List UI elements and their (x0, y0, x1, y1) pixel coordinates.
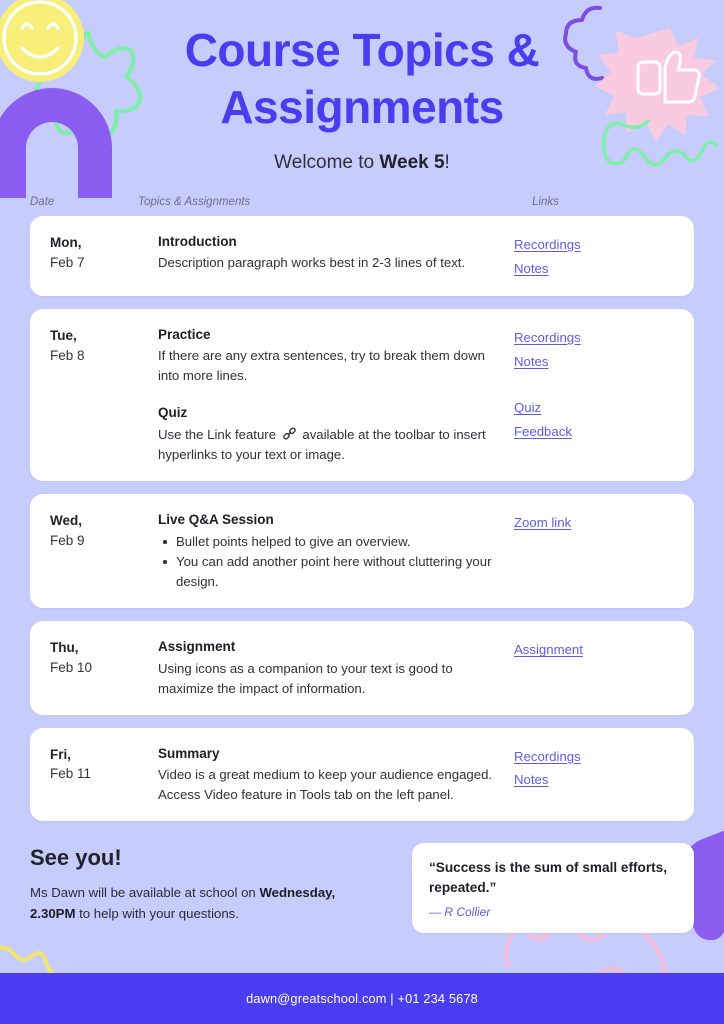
subtitle-prefix: Welcome to (274, 152, 380, 174)
see-you-text-part2: to help with your questions. (75, 906, 239, 922)
row-links-cell: Recordings Notes Quiz Feedback (514, 325, 676, 465)
page-header: Course Topics & Assignments Welcome to W… (0, 0, 724, 174)
resource-link-notes[interactable]: Notes (514, 350, 548, 374)
page-title: Course Topics & Assignments (184, 24, 540, 134)
desc-before-icon: Use the Link feature (158, 426, 280, 442)
chain-link-icon (282, 427, 296, 440)
quote-author: — R Collier (429, 905, 491, 920)
link-group: Quiz Feedback (514, 396, 676, 443)
table-row: Fri, Feb 11 Summary Video is a great medium… (30, 727, 694, 821)
row-links-cell: Assignment (514, 637, 676, 698)
page-subtitle: Welcome to Week 5! (0, 152, 724, 174)
row-date-cell: Wed, Feb 9 (50, 510, 158, 592)
resource-link-notes[interactable]: Notes (514, 768, 548, 792)
resource-link-recordings[interactable]: Recordings (514, 233, 581, 257)
row-date: Feb 9 (50, 532, 85, 548)
row-day: Fri, (50, 746, 72, 762)
row-topics-cell: Practice If there are any extra sentences… (158, 325, 514, 465)
subtitle-suffix: ! (444, 152, 450, 174)
see-you-title: See you! (30, 845, 122, 870)
row-topics-cell: Assignment Using icons as a companion to … (158, 637, 514, 698)
topic-title: Summary (158, 745, 220, 761)
row-date: Feb 7 (50, 254, 85, 270)
footer-contact: dawn@greatschool.com | +01 234 5678 (246, 991, 478, 1006)
topic-description: Video is a great medium to keep your aud… (158, 766, 493, 802)
row-day: Mon, (50, 235, 82, 251)
resource-link-quiz[interactable]: Quiz (514, 396, 541, 420)
resource-link-feedback[interactable]: Feedback (514, 420, 572, 444)
link-group: Recordings Notes (514, 745, 676, 792)
topic-block: Quiz Use the Link feature available at th… (158, 403, 502, 464)
see-you-text: Ms Dawn will be available at school on W… (30, 882, 380, 925)
link-group: Recordings Notes (514, 233, 676, 280)
row-date: Feb 10 (50, 659, 93, 675)
row-topics-cell: Live Q&A Session Bullet points helped to … (158, 510, 514, 592)
link-group: Recordings Notes (514, 326, 676, 373)
footer-bar: dawn@greatschool.com | +01 234 5678 (0, 973, 724, 1024)
topic-block: Summary Video is a great medium to keep y… (158, 744, 502, 805)
link-group: Assignment (514, 638, 676, 662)
topic-bullet-item: Bullet points helped to give an overview… (158, 532, 502, 552)
resource-link-recordings[interactable]: Recordings (514, 745, 581, 769)
row-date: Feb 11 (50, 766, 92, 782)
row-date-cell: Mon, Feb 7 (50, 232, 158, 280)
topic-title: Assignment (158, 639, 236, 655)
row-day: Thu, (50, 640, 79, 656)
column-header-links: Links (532, 196, 559, 209)
row-topics-cell: Summary Video is a great medium to keep y… (158, 744, 514, 805)
resource-link-recordings[interactable]: Recordings (514, 326, 581, 350)
table-header-row: Date Topics & Assignments Links (30, 196, 694, 208)
topic-description: Using icons as a companion to your text … (158, 660, 453, 696)
table-row: Wed, Feb 9 Live Q&A Session Bullet points h… (30, 493, 694, 609)
row-links-cell: Zoom link (514, 510, 676, 592)
topic-block: Live Q&A Session Bullet points helped to … (158, 510, 502, 592)
row-links-cell: Recordings Notes (514, 232, 676, 280)
row-links-cell: Recordings Notes (514, 744, 676, 805)
quote-card: “Success is the sum of small efforts, re… (412, 843, 694, 934)
table-row: Thu, Feb 10 Assignment Using icons as a com… (30, 621, 694, 715)
row-date: Feb 8 (50, 347, 85, 363)
topic-bullet-list: Bullet points helped to give an overview… (158, 532, 502, 592)
schedule-rows: Mon, Feb 7 Introduction Description paragra… (30, 216, 694, 821)
topic-title: Quiz (158, 405, 188, 421)
newsletter-page: Course Topics & Assignments Welcome to W… (0, 0, 724, 1024)
row-date-cell: Fri, Feb 11 (50, 744, 158, 805)
row-topics-cell: Introduction Description paragraph works … (158, 232, 514, 280)
column-header-topics: Topics & Assignments (138, 196, 251, 209)
topic-description: Description paragraph works best in 2-3 … (158, 255, 466, 271)
resource-link-zoom-link[interactable]: Zoom link (514, 511, 571, 535)
topic-description: If there are any extra sentences, try to… (158, 348, 485, 384)
topic-title: Introduction (158, 234, 237, 250)
topic-bullet-item: You can add another point here without c… (158, 552, 502, 592)
closing-section: See you! Ms Dawn will be available at sc… (30, 843, 694, 934)
table-row: Tue, Feb 8 Practice If there are any extra … (30, 309, 694, 481)
subtitle-week: Week 5 (379, 152, 445, 174)
row-date-cell: Tue, Feb 8 (50, 325, 158, 465)
row-day: Tue, (50, 328, 77, 344)
row-date-cell: Thu, Feb 10 (50, 637, 158, 698)
topic-block: Assignment Using icons as a companion to … (158, 637, 502, 698)
resource-link-notes[interactable]: Notes (514, 257, 548, 281)
topic-block: Practice If there are any extra sentences… (158, 325, 502, 386)
topic-block: Introduction Description paragraph works … (158, 232, 502, 273)
topic-title: Practice (158, 327, 211, 343)
topic-description: Use the Link feature available at the to… (158, 425, 502, 465)
column-header-date: Date (30, 196, 55, 209)
link-group: Zoom link (514, 511, 676, 535)
resource-link-assignment[interactable]: Assignment (514, 638, 583, 662)
quote-text: “Success is the sum of small efforts, re… (429, 860, 667, 895)
row-day: Wed, (50, 512, 83, 528)
table-row: Mon, Feb 7 Introduction Description paragra… (30, 216, 694, 297)
see-you-text-part1: Ms Dawn will be available at school on (30, 885, 260, 900)
topic-title: Live Q&A Session (158, 511, 274, 527)
see-you-block: See you! Ms Dawn will be available at sc… (30, 843, 412, 925)
